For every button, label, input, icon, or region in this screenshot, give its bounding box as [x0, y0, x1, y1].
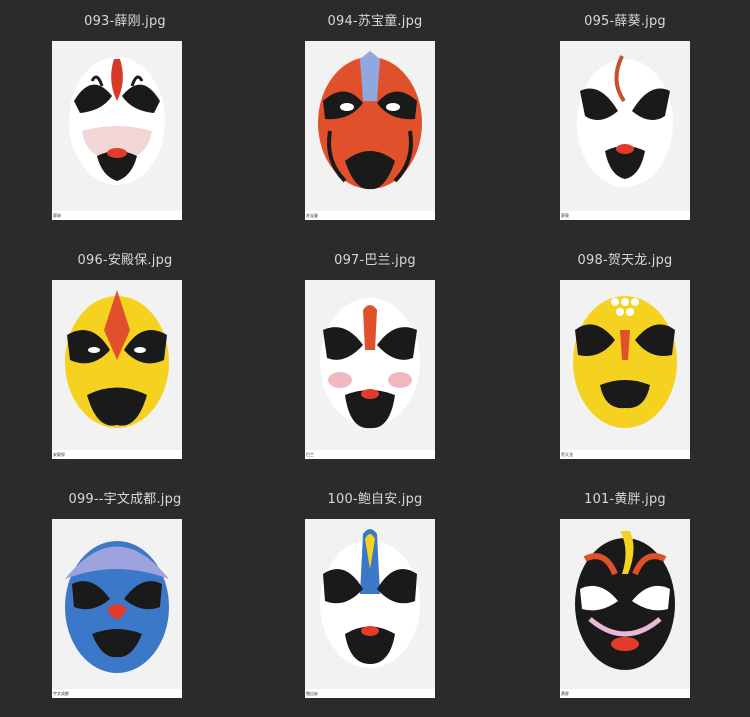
opera-mask-image — [65, 290, 169, 428]
file-tile[interactable]: 094-苏宝童.jpg 苏宝童 — [250, 0, 500, 239]
thumbnail-caption: 鲍自安 — [306, 691, 318, 696]
file-tile[interactable]: 101-黄胖.jpg 黄胖 — [500, 478, 750, 717]
thumbnail-caption: 巴兰 — [306, 452, 314, 457]
file-name-label: 098-贺天龙.jpg — [577, 253, 673, 268]
file-name-label: 099--宇文成都.jpg — [68, 492, 182, 507]
file-tile[interactable]: 098-贺天龙.jpg 贺天龙 — [500, 239, 750, 478]
file-thumbnail[interactable]: 贺天龙 — [560, 280, 690, 459]
file-thumbnail[interactable]: 薛刚 — [52, 41, 182, 220]
opera-mask-image — [320, 298, 420, 429]
opera-mask-image — [320, 529, 420, 668]
thumbnail-caption: 贺天龙 — [561, 452, 573, 457]
file-tile[interactable]: 093-薛刚.jpg 薛刚 — [0, 0, 250, 239]
thumbnail-caption: 苏宝童 — [306, 213, 318, 218]
file-name-label: 097-巴兰.jpg — [334, 253, 416, 268]
file-thumbnail[interactable]: 黄胖 — [560, 519, 690, 698]
file-name-label: 100-鲍自安.jpg — [327, 492, 423, 507]
file-tile[interactable]: 095-薛葵.jpg 薛葵 — [500, 0, 750, 239]
opera-mask-image — [69, 57, 165, 185]
thumbnail-caption: 安殿保 — [53, 452, 65, 457]
thumbnail-caption: 薛葵 — [561, 213, 569, 218]
file-tile[interactable]: 096-安殿保.jpg 安殿保 — [0, 239, 250, 478]
thumbnail-caption: 薛刚 — [53, 213, 61, 218]
file-tile[interactable]: 100-鲍自安.jpg 鲍自安 — [250, 478, 500, 717]
file-thumbnail[interactable]: 苏宝童 — [305, 41, 435, 220]
opera-mask-image — [577, 55, 673, 187]
file-name-label: 094-苏宝童.jpg — [327, 14, 423, 29]
file-name-label: 096-安殿保.jpg — [77, 253, 173, 268]
file-tile[interactable]: 097-巴兰.jpg 巴兰 — [250, 239, 500, 478]
file-tile[interactable]: 099--宇文成都.jpg 宇文成都 — [0, 478, 250, 717]
file-thumbnail[interactable]: 安殿保 — [52, 280, 182, 459]
file-name-label: 095-薛葵.jpg — [584, 14, 666, 29]
file-thumbnail[interactable]: 鲍自安 — [305, 519, 435, 698]
thumbnail-caption: 宇文成都 — [53, 691, 69, 696]
opera-mask-image — [575, 531, 675, 670]
file-thumbnail-grid: 093-薛刚.jpg 薛刚 094-苏宝童.jpg 苏宝童 095-薛葵.jpg… — [0, 0, 750, 716]
thumbnail-caption: 黄胖 — [561, 691, 569, 696]
opera-mask-image — [318, 51, 422, 190]
file-thumbnail[interactable]: 宇文成都 — [52, 519, 182, 698]
opera-mask-image — [573, 296, 677, 428]
file-name-label: 093-薛刚.jpg — [84, 14, 166, 29]
opera-mask-image — [65, 541, 169, 673]
file-thumbnail[interactable]: 薛葵 — [560, 41, 690, 220]
file-name-label: 101-黄胖.jpg — [584, 492, 666, 507]
file-thumbnail[interactable]: 巴兰 — [305, 280, 435, 459]
